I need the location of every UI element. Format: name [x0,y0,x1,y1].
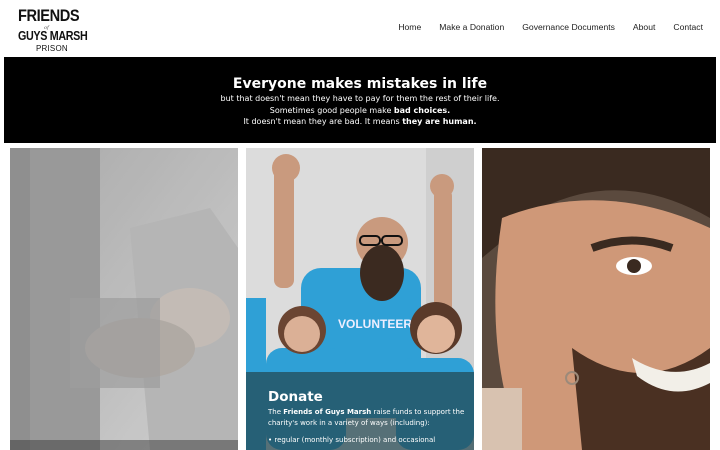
volunteer-shirt-text: VOLUNTEER [338,317,412,331]
donate-description: The Friends of Guys Marsh raise funds to… [268,408,465,427]
nav-about[interactable]: About [633,22,655,33]
nav-contact[interactable]: Contact [673,22,703,33]
nav-home[interactable]: Home [398,22,421,33]
logo-line-guys-marsh: GUYS MARSH [18,29,88,43]
card-smiling-man-image[interactable] [482,148,710,450]
card-support-image[interactable] [10,148,238,450]
logo-line-friends: FRIENDS [18,6,80,25]
site-header: FRIENDS of GUYS MARSH PRISON Home Make a… [0,0,720,56]
donate-title: Donate [268,389,323,405]
logo-line-prison: PRISON [36,44,68,53]
nav-governance-documents[interactable]: Governance Documents [522,22,615,33]
donate-panel: Donate The Friends of Guys Marsh raise f… [246,372,474,450]
list-item: regular (monthly subscription) and occas… [268,435,468,446]
banner-line-2: Sometimes good people make bad choices. [269,105,451,115]
card-donate[interactable]: VOLUNTEER Donate The Friends of Guys Mar… [246,148,474,450]
banner-title: Everyone makes mistakes in life [232,76,488,92]
banner-line-3: It doesn't mean they are bad. It means t… [243,117,477,126]
hero-banner: Everyone makes mistakes in life but that… [4,57,716,143]
smiling-man-photo [482,148,710,450]
card-caption-bar [10,440,238,450]
handshake-photo [10,148,238,450]
donate-list: regular (monthly subscription) and occas… [268,435,468,446]
main-nav: Home Make a Donation Governance Document… [380,22,703,33]
nav-make-a-donation[interactable]: Make a Donation [439,22,504,33]
banner-line-1: but that doesn't mean they have to pay f… [220,94,500,103]
site-logo[interactable]: FRIENDS of GUYS MARSH PRISON [18,6,88,54]
